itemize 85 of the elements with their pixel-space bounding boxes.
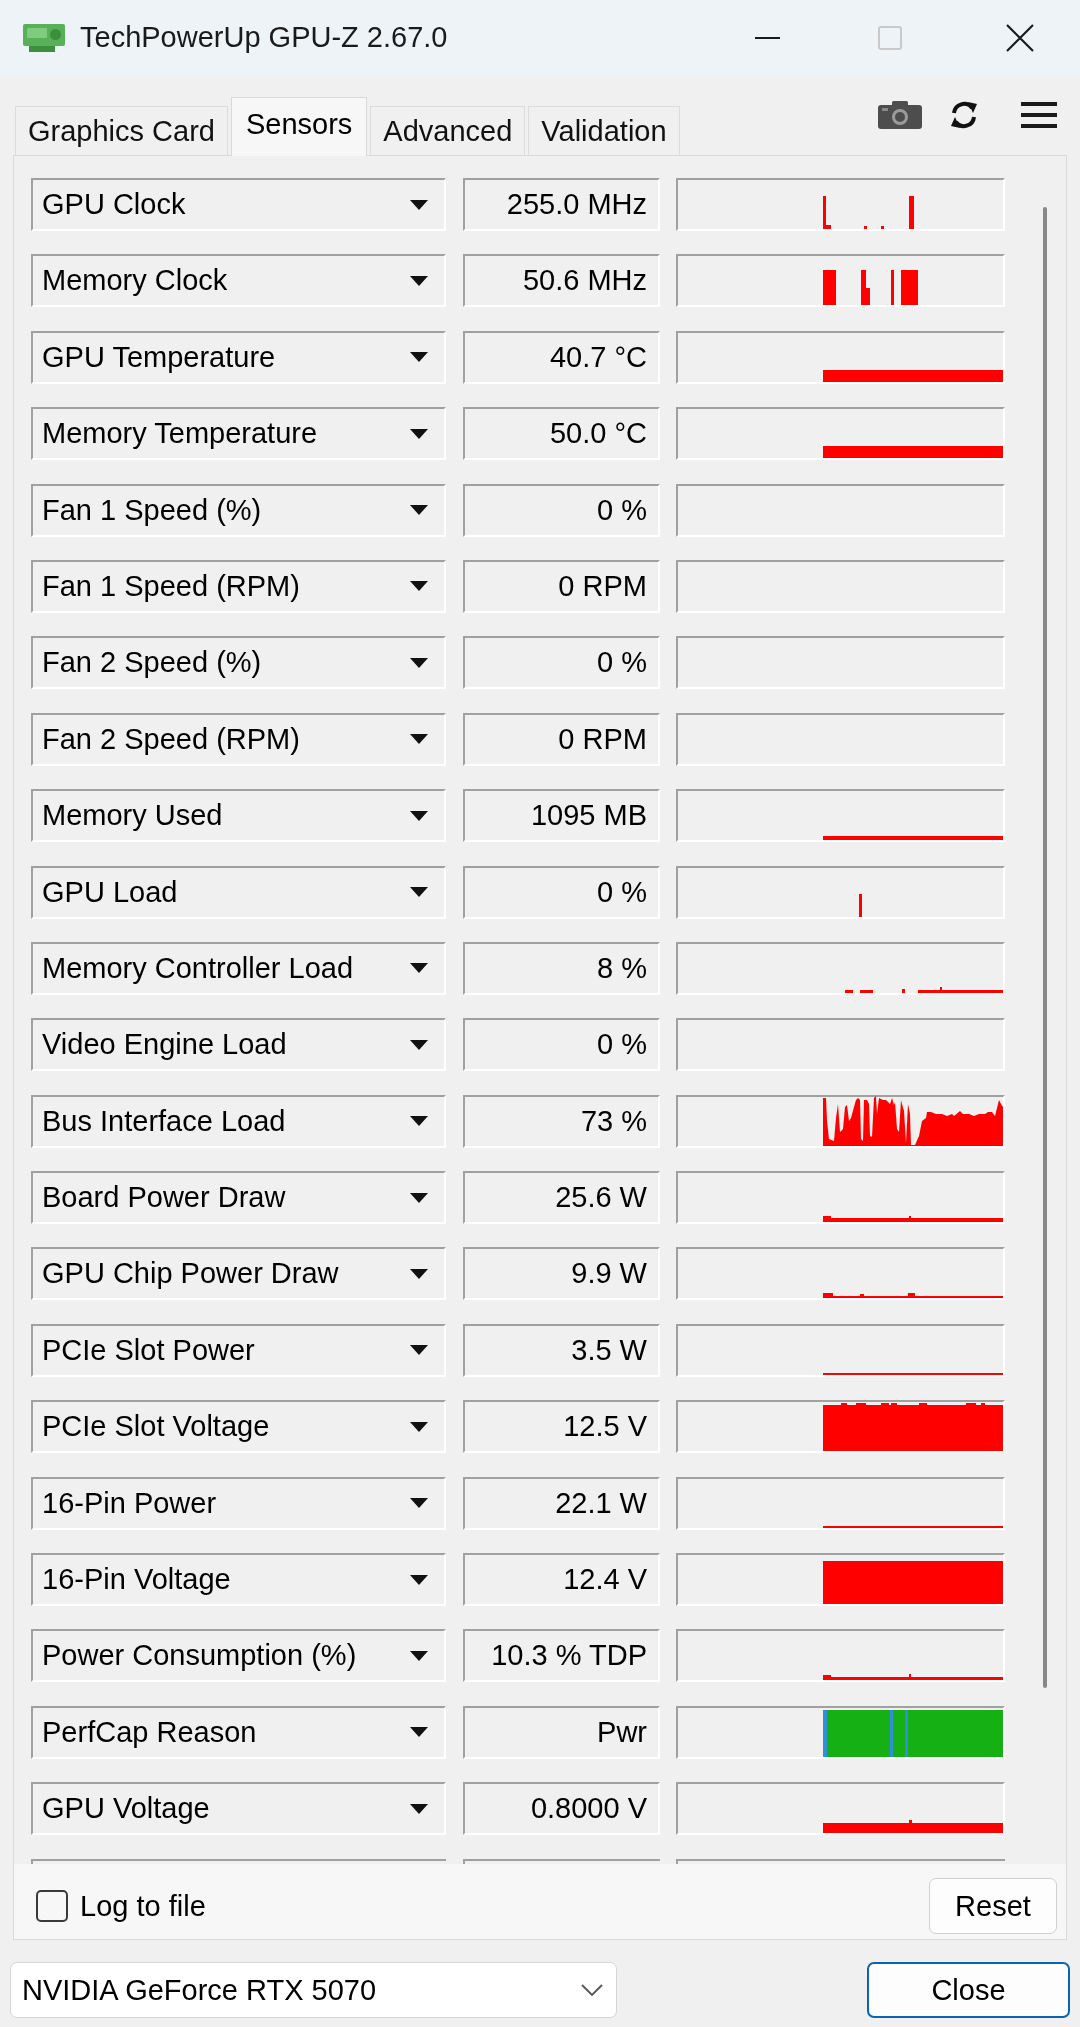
sensor-dropdown[interactable]: Fan 1 Speed (%) <box>31 483 446 537</box>
sensor-value: 12.4 V <box>463 1553 660 1607</box>
tab[interactable]: Sensors <box>230 97 368 156</box>
caret-down-icon <box>410 810 428 821</box>
sensor-dropdown[interactable]: Fan 2 Speed (%) <box>31 636 446 690</box>
menu-icon[interactable] <box>1021 102 1057 128</box>
sensor-value: 10.3 % TDP <box>463 1629 660 1683</box>
caret-down-icon <box>410 352 428 363</box>
sensor-dropdown[interactable]: Board Power Draw <box>31 1171 446 1225</box>
checkbox[interactable] <box>36 1890 68 1922</box>
sensor-dropdown[interactable]: PCIe Slot Voltage <box>31 1400 446 1454</box>
scrollbar-thumb[interactable] <box>1043 207 1047 1688</box>
graphics-card-icon <box>23 23 65 52</box>
sensor-value: 8 % <box>463 941 660 995</box>
tab[interactable]: Validation <box>528 106 680 155</box>
caret-down-icon <box>410 963 428 974</box>
sensor-dropdown[interactable]: GPU Temperature <box>31 330 446 384</box>
sensor-value: 12.5 V <box>463 1400 660 1454</box>
caret-down-icon <box>410 505 428 516</box>
sensor-dropdown[interactable]: PerfCap Reason <box>31 1705 446 1759</box>
sensor-dropdown[interactable]: Fan 2 Speed (RPM) <box>31 712 446 766</box>
caret-down-icon <box>410 887 428 897</box>
sensor-value: 22.1 W <box>463 1476 660 1530</box>
caret-down-icon <box>410 581 428 592</box>
sensor-value: Pwr <box>463 1705 660 1759</box>
device-select[interactable]: NVIDIA GeForce RTX 5070 <box>10 1962 617 2018</box>
caret-down-icon <box>410 1727 428 1738</box>
caret-down-icon <box>410 734 428 745</box>
sensor-value: 9.9 W <box>463 1247 660 1301</box>
sensor-dropdown[interactable]: GPU Load <box>31 865 446 919</box>
sensor-value: 0 % <box>463 636 660 690</box>
sensor-dropdown[interactable]: Memory Temperature <box>31 407 446 461</box>
sensor-value: 0 RPM <box>463 712 660 766</box>
caret-down-icon <box>410 428 428 439</box>
caret-down-icon <box>410 1650 428 1661</box>
caret-down-icon <box>410 275 428 286</box>
sensor-value: 40.7 °C <box>463 330 660 384</box>
sensor-value: 25.6 W <box>463 1171 660 1225</box>
sensor-value: 1095 MB <box>463 789 660 843</box>
caret-down-icon <box>410 1574 428 1585</box>
sensor-dropdown[interactable]: Memory Used <box>31 789 446 843</box>
caret-down-icon <box>410 1268 428 1279</box>
caret-down-icon <box>410 1803 428 1814</box>
tab[interactable]: Graphics Card <box>15 106 228 155</box>
tab[interactable]: Advanced <box>370 106 526 155</box>
sensor-dropdown[interactable]: GPU Voltage <box>31 1782 446 1836</box>
caret-down-icon <box>410 1345 428 1356</box>
sensor-dropdown[interactable]: Fan 1 Speed (RPM) <box>31 559 446 613</box>
sensor-value: 0 RPM <box>463 559 660 613</box>
sensor-value: 0 % <box>463 483 660 537</box>
sensor-dropdown[interactable]: Video Engine Load <box>31 1018 446 1072</box>
window-title: TechPowerUp GPU-Z 2.67.0 <box>80 19 448 55</box>
sensor-value: 50.0 °C <box>463 407 660 461</box>
sensor-value: 0.8000 V <box>463 1782 660 1836</box>
sensor-dropdown[interactable]: 16-Pin Voltage <box>31 1553 446 1607</box>
sensor-dropdown[interactable]: PCIe Slot Power <box>31 1323 446 1377</box>
sensor-dropdown[interactable]: Memory Clock <box>31 254 446 308</box>
sensor-value: 73 % <box>463 1094 660 1148</box>
reset-button[interactable]: Reset <box>929 1878 1057 1934</box>
caret-down-icon <box>410 1498 428 1509</box>
sensor-dropdown[interactable]: 16-Pin Power <box>31 1476 446 1530</box>
close-icon[interactable] <box>1006 23 1034 52</box>
caret-down-icon <box>410 1192 428 1203</box>
minimize-icon[interactable] <box>755 36 780 39</box>
sensor-dropdown[interactable]: GPU Clock <box>31 178 446 231</box>
checkbox-label[interactable]: Log to file <box>80 1891 206 1921</box>
sensor-value: 0 % <box>463 1018 660 1072</box>
sensor-dropdown[interactable]: Memory Controller Load <box>31 941 446 995</box>
caret-down-icon <box>410 1421 428 1432</box>
caret-down-icon <box>410 199 428 210</box>
chevron-down-icon <box>581 1984 603 1996</box>
camera-icon[interactable] <box>878 101 922 129</box>
refresh-icon[interactable] <box>949 100 979 130</box>
caret-down-icon <box>410 657 428 668</box>
sensor-dropdown[interactable]: GPU Chip Power Draw <box>31 1247 446 1301</box>
sensor-value: 0 % <box>463 865 660 919</box>
sensor-dropdown[interactable]: Bus Interface Load <box>31 1094 446 1148</box>
sparkline <box>859 893 862 917</box>
caret-down-icon <box>410 1116 428 1127</box>
close-button[interactable]: Close <box>867 1962 1070 2018</box>
sensor-dropdown[interactable]: Power Consumption (%) <box>31 1629 446 1683</box>
sensor-value: 50.6 MHz <box>463 254 660 308</box>
caret-down-icon <box>410 1039 428 1050</box>
sensor-value: 3.5 W <box>463 1323 660 1377</box>
sensor-value: 255.0 MHz <box>463 178 660 231</box>
